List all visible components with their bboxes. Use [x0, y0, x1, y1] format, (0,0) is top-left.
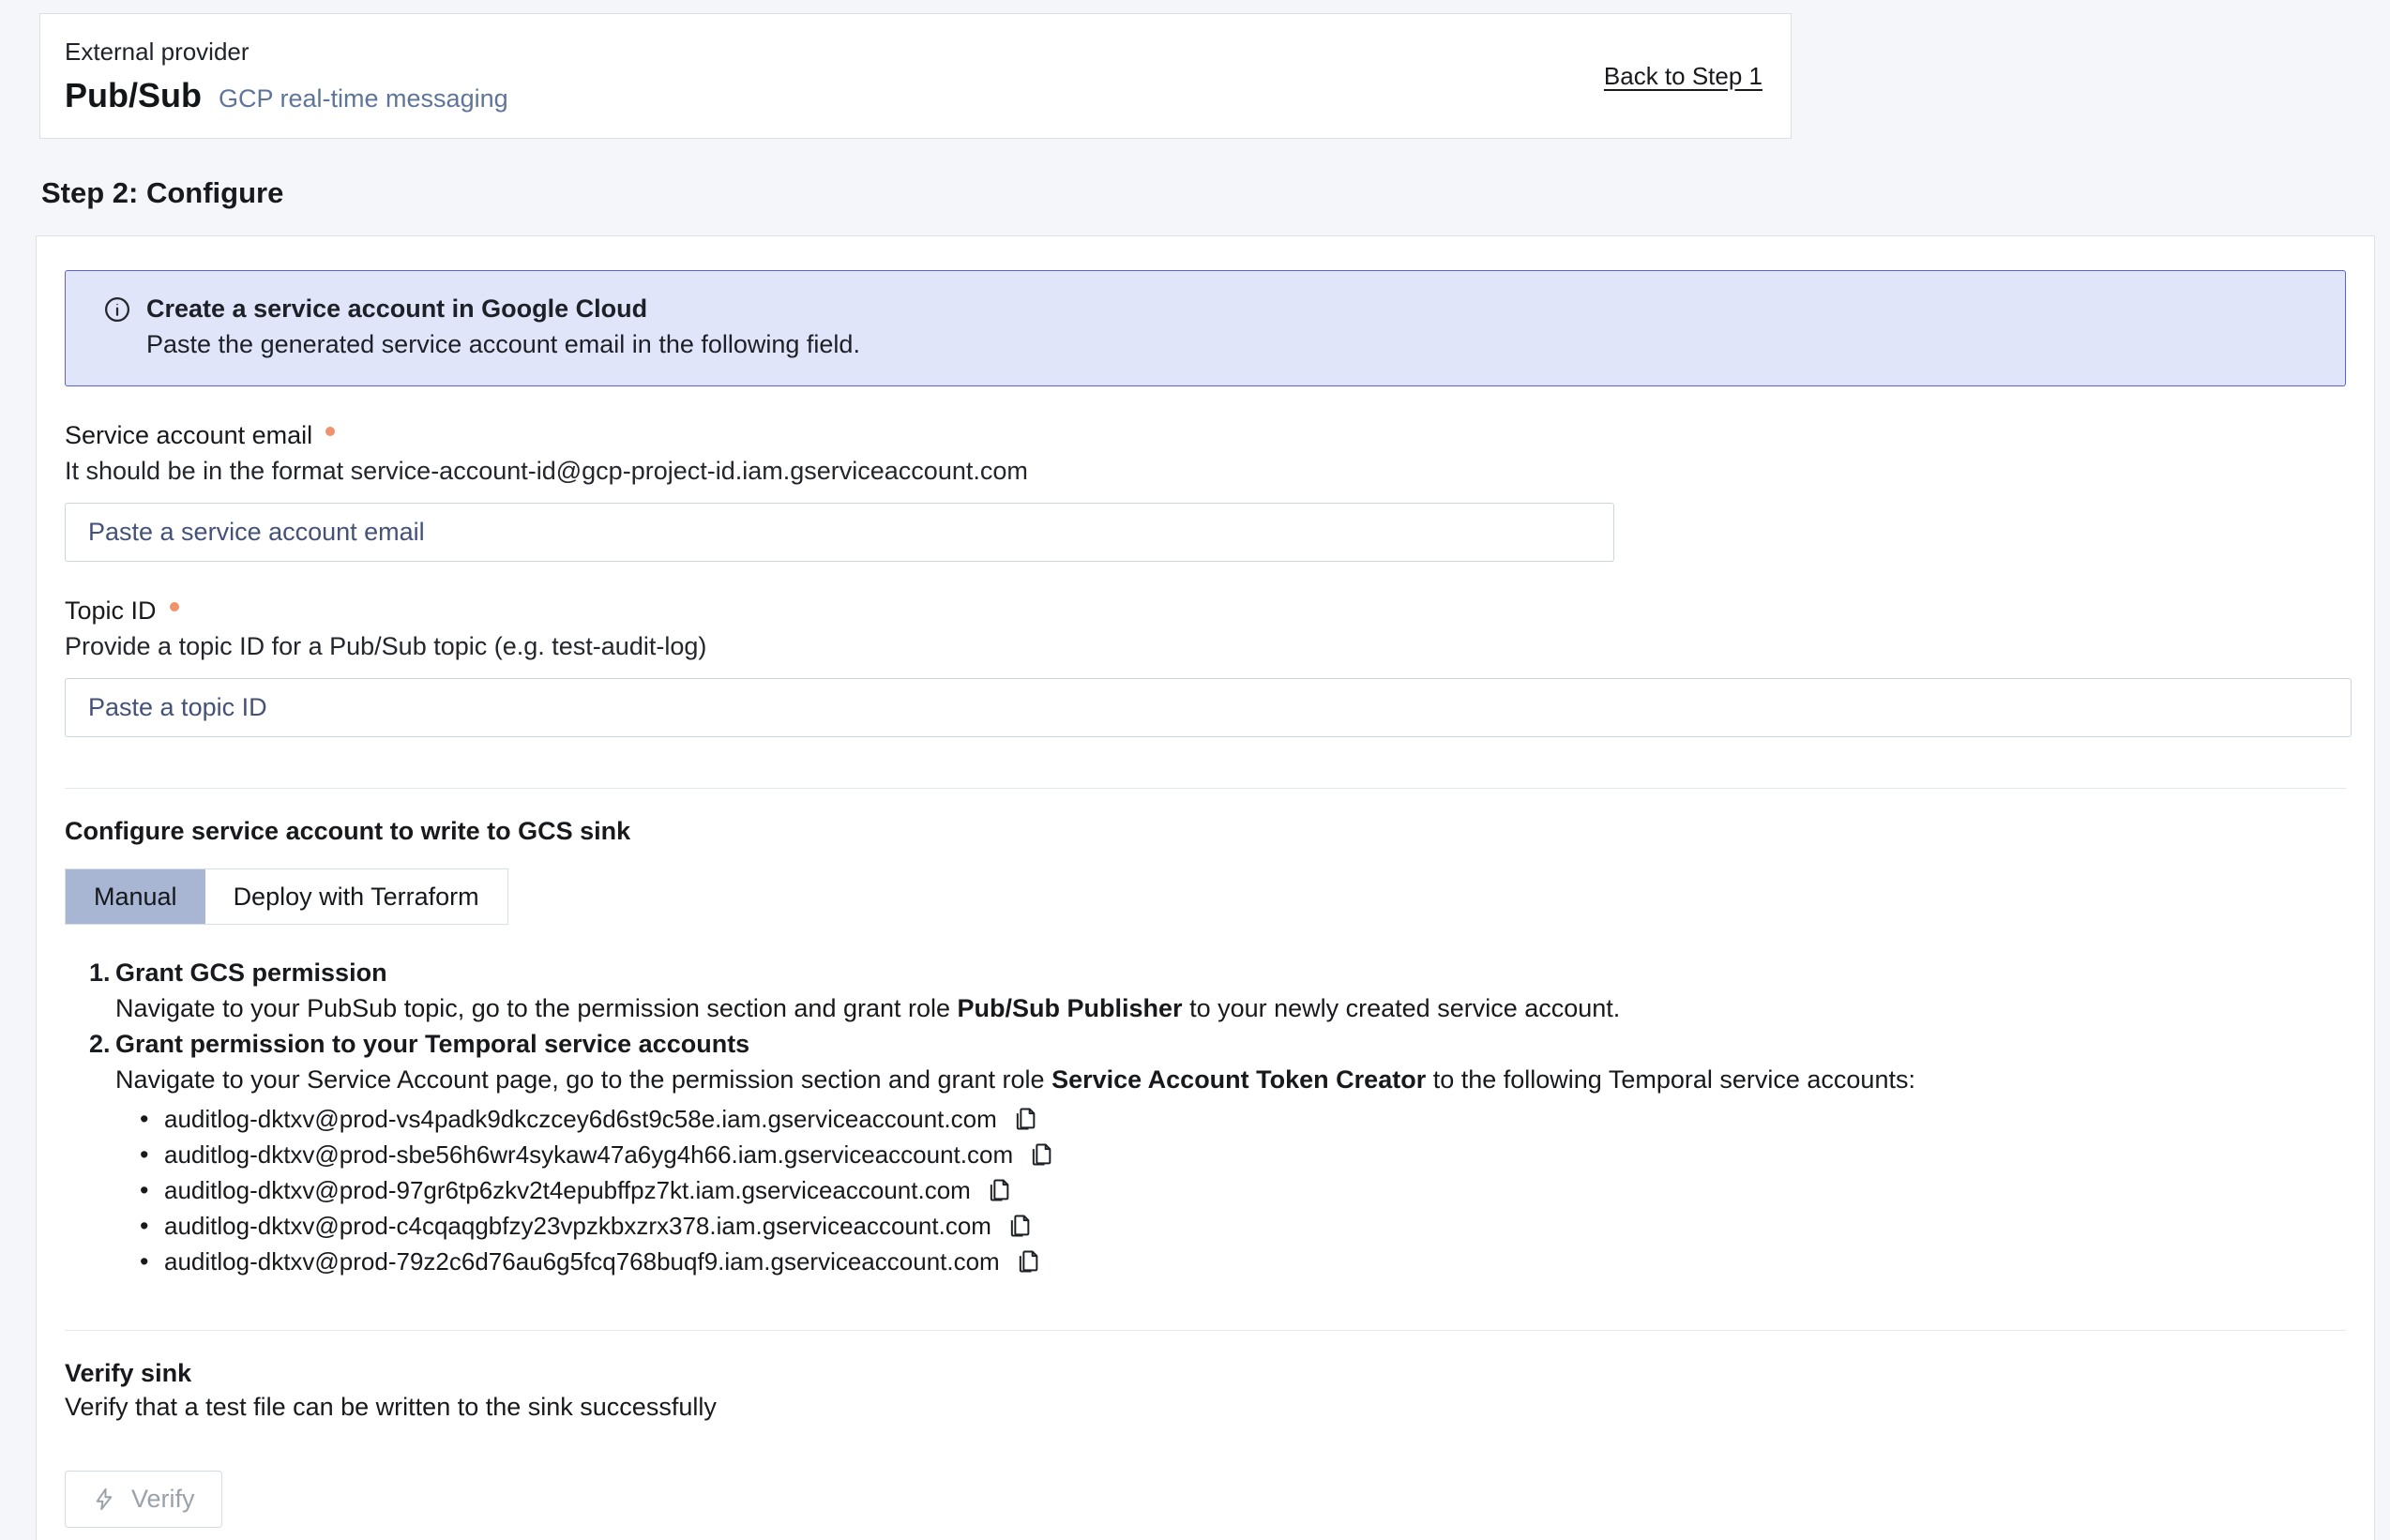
info-banner-title: Create a service account in Google Cloud [146, 292, 860, 325]
bullet: • [140, 1101, 164, 1137]
provider-info: External provider Pub/Sub GCP real-time … [65, 38, 508, 115]
service-account-email-input[interactable] [65, 503, 1614, 562]
bullet: • [140, 1208, 164, 1244]
bullet: • [140, 1244, 164, 1279]
configure-section-title: Configure service account to write to GC… [65, 817, 2346, 846]
copy-icon[interactable] [1013, 1246, 1043, 1276]
service-account-email: auditlog-dktxv@prod-79z2c6d76au6g5fcq768… [164, 1244, 1000, 1279]
info-banner: Create a service account in Google Cloud… [65, 270, 2346, 386]
provider-name: Pub/Sub [65, 76, 202, 115]
step-number: 2. [89, 1026, 115, 1062]
list-item: • auditlog-dktxv@prod-sbe56h6wr4sykaw47a… [140, 1137, 2346, 1172]
verify-sink-title: Verify sink [65, 1359, 2346, 1388]
copy-icon[interactable] [1005, 1211, 1035, 1241]
service-account-email-label: Service account email [65, 418, 312, 452]
tab-deploy-with-terraform[interactable]: Deploy with Terraform [205, 869, 507, 924]
step-1-body-suffix: to your newly created service account. [1183, 994, 1621, 1022]
service-account-email: auditlog-dktxv@prod-vs4padk9dkczcey6d6st… [164, 1101, 997, 1137]
bullet: • [140, 1137, 164, 1172]
manual-steps: 1. Grant GCS permission Navigate to your… [89, 955, 2346, 1279]
service-account-email: auditlog-dktxv@prod-c4cqaqgbfzy23vpzkbxz… [164, 1208, 991, 1244]
section-divider [65, 788, 2346, 789]
provider-subtitle: GCP real-time messaging [219, 84, 508, 113]
service-account-email: auditlog-dktxv@prod-sbe56h6wr4sykaw47a6y… [164, 1137, 1013, 1172]
step-1-role: Pub/Sub Publisher [958, 994, 1183, 1022]
required-indicator [170, 602, 179, 611]
topic-id-label: Topic ID [65, 594, 157, 627]
step-2-title: Grant permission to your Temporal servic… [115, 1026, 749, 1062]
configure-step-card: Create a service account in Google Cloud… [36, 235, 2375, 1540]
service-account-email-helper: It should be in the format service-accou… [65, 454, 2346, 488]
verify-button-label: Verify [131, 1485, 195, 1514]
topic-id-input[interactable] [65, 678, 2352, 737]
page-title: Step 2: Configure [41, 176, 2390, 210]
bullet: • [140, 1172, 164, 1208]
section-divider [65, 1330, 2346, 1331]
back-to-step-1-link[interactable]: Back to Step 1 [1604, 62, 1762, 91]
tab-manual[interactable]: Manual [66, 869, 205, 924]
copy-icon[interactable] [984, 1175, 1014, 1205]
provider-eyebrow: External provider [65, 38, 508, 67]
lightning-icon [92, 1487, 117, 1512]
step-number: 1. [89, 955, 115, 990]
step-1-body: Navigate to your PubSub topic, go to the… [115, 990, 2346, 1026]
topic-id-helper: Provide a topic ID for a Pub/Sub topic (… [65, 629, 2346, 663]
step-1-body-prefix: Navigate to your PubSub topic, go to the… [115, 994, 958, 1022]
info-banner-description: Paste the generated service account emai… [146, 327, 860, 361]
service-account-email-field-block: Service account email It should be in th… [65, 418, 2346, 562]
service-account-email: auditlog-dktxv@prod-97gr6tp6zkv2t4epubff… [164, 1172, 971, 1208]
required-indicator [325, 427, 335, 436]
step-2-body-prefix: Navigate to your Service Account page, g… [115, 1065, 1051, 1094]
copy-icon[interactable] [1010, 1104, 1040, 1134]
step-2-body-suffix: to the following Temporal service accoun… [1426, 1065, 1915, 1094]
verify-button[interactable]: Verify [65, 1471, 222, 1528]
copy-icon[interactable] [1026, 1140, 1056, 1170]
external-provider-card: External provider Pub/Sub GCP real-time … [39, 13, 1792, 139]
list-item: • auditlog-dktxv@prod-vs4padk9dkczcey6d6… [140, 1101, 2346, 1137]
verify-sink-helper: Verify that a test file can be written t… [65, 1390, 2346, 1424]
topic-id-field-block: Topic ID Provide a topic ID for a Pub/Su… [65, 594, 2346, 737]
list-item: • auditlog-dktxv@prod-c4cqaqgbfzy23vpzkb… [140, 1208, 2346, 1244]
list-item: • auditlog-dktxv@prod-79z2c6d76au6g5fcq7… [140, 1244, 2346, 1279]
configure-tabs: Manual Deploy with Terraform [65, 868, 508, 925]
temporal-service-account-list: • auditlog-dktxv@prod-vs4padk9dkczcey6d6… [140, 1101, 2346, 1279]
step-1-title: Grant GCS permission [115, 955, 387, 990]
step-2-body: Navigate to your Service Account page, g… [115, 1062, 2346, 1097]
list-item: • auditlog-dktxv@prod-97gr6tp6zkv2t4epub… [140, 1172, 2346, 1208]
step-2-role: Service Account Token Creator [1051, 1065, 1426, 1094]
info-icon [103, 295, 131, 324]
